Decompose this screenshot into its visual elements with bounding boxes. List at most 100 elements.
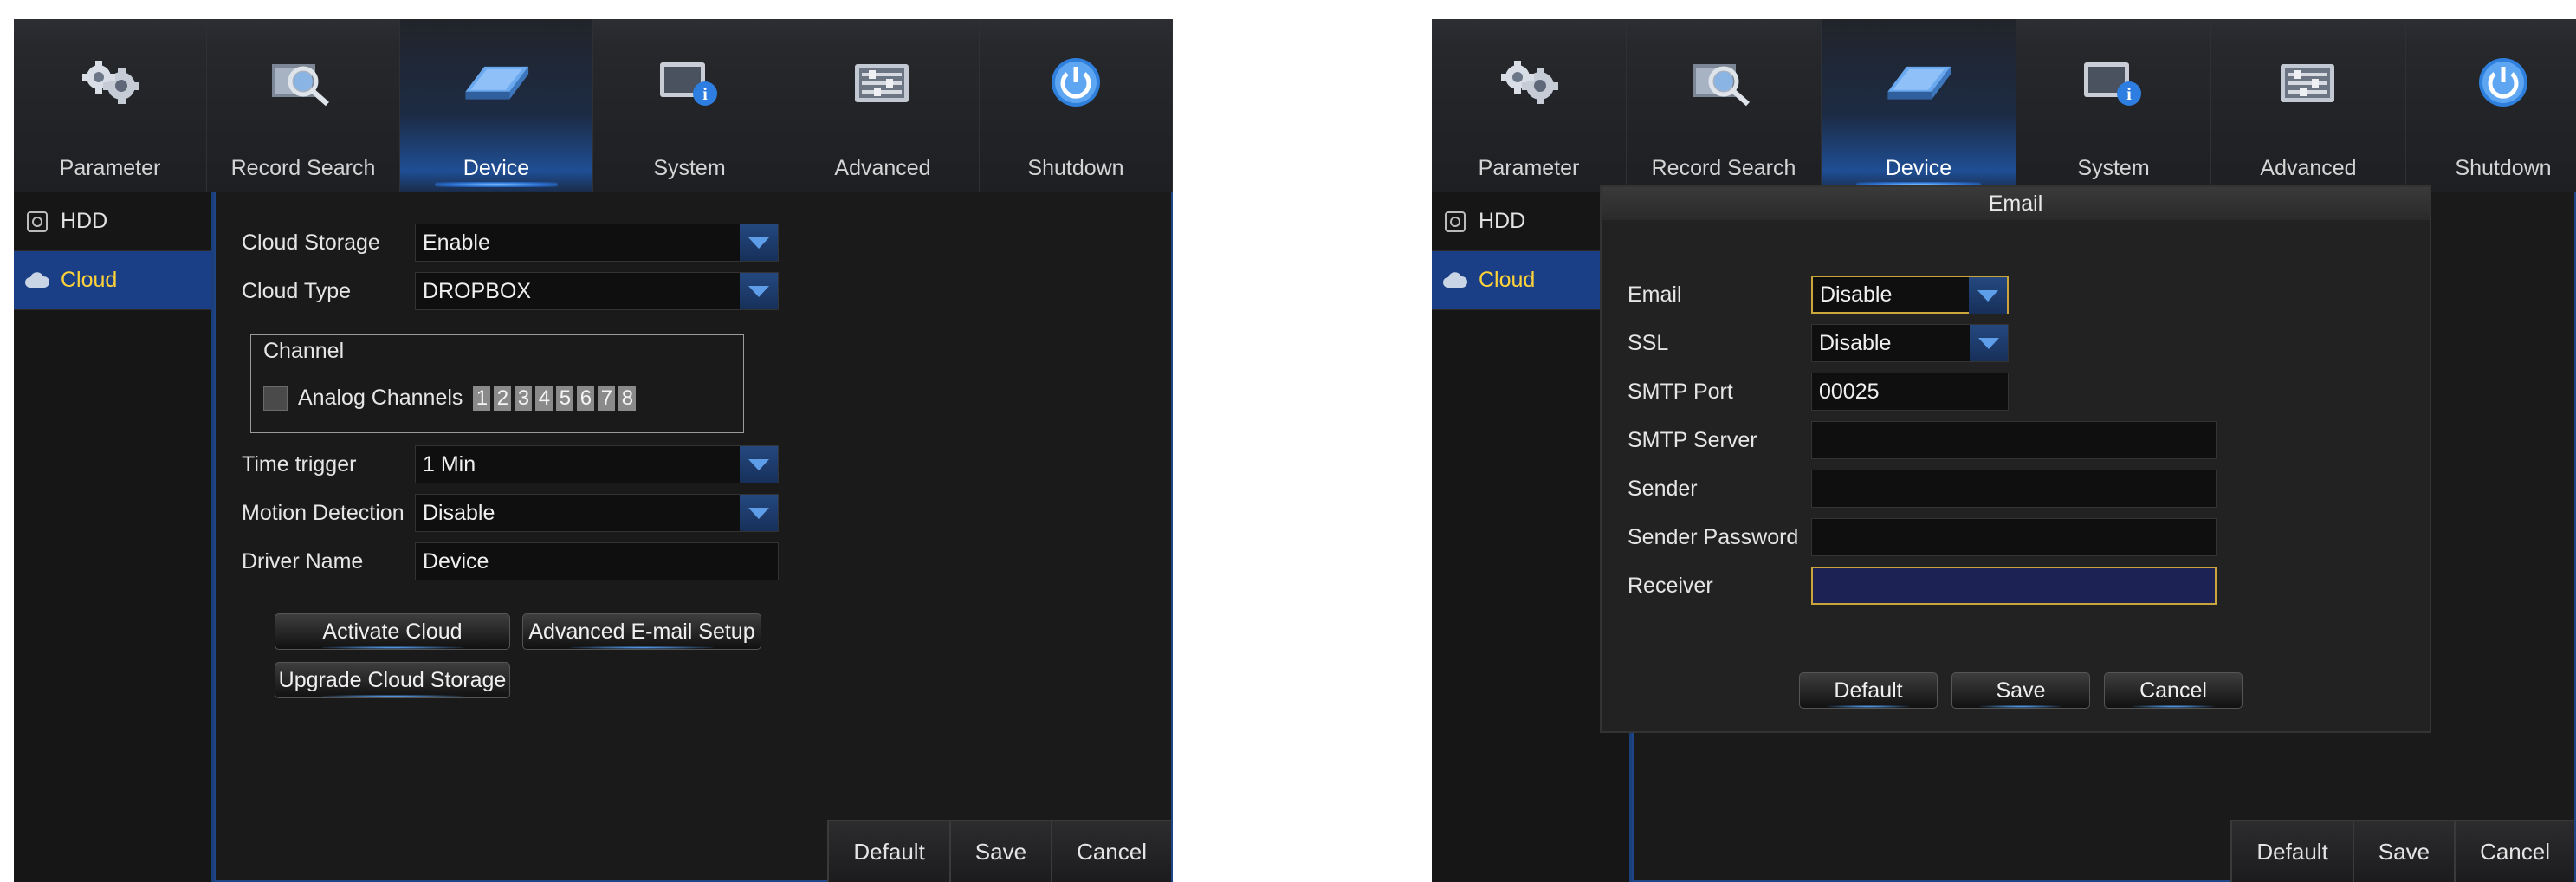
gears-icon <box>75 52 145 113</box>
default-button[interactable]: Default <box>2230 820 2353 882</box>
channel-numbers: 1 2 3 4 5 6 7 8 <box>473 386 637 411</box>
cloud-settings-screen: Parameter Record Search Device i System … <box>14 19 1173 882</box>
time-trigger-select[interactable]: 1 Min <box>415 445 779 483</box>
time-trigger-row: Time trigger 1 Min <box>242 444 779 485</box>
channel-1-button[interactable]: 1 <box>473 386 491 411</box>
receiver-label: Receiver <box>1628 573 1713 598</box>
channel-4-button[interactable]: 4 <box>535 386 553 411</box>
tab-system[interactable]: i System <box>593 19 786 192</box>
channel-group: Channel Analog Channels 1 2 3 4 5 6 7 8 <box>250 334 744 433</box>
email-settings-screen: Parameter Record Search Device i System … <box>1432 19 2576 882</box>
smtp-server-row: SMTP Server <box>1628 419 2217 461</box>
tab-device[interactable]: Device <box>1822 19 2016 192</box>
motion-detection-select[interactable]: Disable <box>415 494 779 532</box>
top-nav: Parameter Record Search Device i System … <box>1432 19 2576 192</box>
dialog-save-button[interactable]: Save <box>1951 672 2090 709</box>
tab-advanced[interactable]: Advanced <box>786 19 980 192</box>
dialog-default-button[interactable]: Default <box>1799 672 1938 709</box>
advanced-settings-icon <box>848 52 917 113</box>
tab-parameter[interactable]: Parameter <box>1432 19 1627 192</box>
sidebar-item-label: Cloud <box>61 268 118 292</box>
tab-label: System <box>653 156 726 180</box>
time-trigger-value: 1 Min <box>423 451 476 477</box>
smtp-port-value: 00025 <box>1819 379 1880 404</box>
tab-label: Advanced <box>2260 156 2357 180</box>
tab-label: Record Search <box>230 156 376 180</box>
ssl-select[interactable]: Disable <box>1811 324 2009 362</box>
cancel-button[interactable]: Cancel <box>2454 820 2574 882</box>
cloud-settings-panel: Cloud Storage Enable Cloud Type DROPBOX … <box>214 192 1173 882</box>
ssl-row: SSL Disable <box>1628 322 2009 364</box>
sidebar-item-label: Cloud <box>1479 268 1536 292</box>
receiver-input[interactable] <box>1811 567 2217 605</box>
email-select[interactable]: Disable <box>1811 276 2009 314</box>
driver-name-row: Driver Name Device <box>242 541 779 582</box>
sidebar-item-hdd[interactable]: HDD <box>14 192 211 251</box>
tab-label: Shutdown <box>1027 156 1124 180</box>
cloud-type-row: Cloud Type DROPBOX <box>242 270 779 312</box>
sender-password-row: Sender Password <box>1628 516 2217 558</box>
tab-label: Shutdown <box>2455 156 2552 180</box>
channel-5-button[interactable]: 5 <box>556 386 574 411</box>
motion-detection-value: Disable <box>423 500 495 525</box>
svg-text:i: i <box>702 85 708 104</box>
upgrade-cloud-storage-button[interactable]: Upgrade Cloud Storage <box>275 662 510 698</box>
channel-8-button[interactable]: 8 <box>618 386 637 411</box>
cloud-storage-value: Enable <box>423 230 490 255</box>
channel-6-button[interactable]: 6 <box>577 386 595 411</box>
sender-password-input[interactable] <box>1811 518 2217 556</box>
email-value: Disable <box>1820 282 1893 307</box>
tab-label: Device <box>463 156 530 180</box>
email-label: Email <box>1628 282 1682 307</box>
cloud-type-label: Cloud Type <box>242 278 352 303</box>
tab-label: Parameter <box>59 156 161 180</box>
time-trigger-label: Time trigger <box>242 451 357 477</box>
tab-record-search[interactable]: Record Search <box>1627 19 1822 192</box>
tab-shutdown[interactable]: Shutdown <box>980 19 1173 192</box>
save-button[interactable]: Save <box>2352 820 2455 882</box>
email-dialog-title: Email <box>1602 187 2430 220</box>
tab-label: System <box>2077 156 2150 180</box>
cloud-storage-select[interactable]: Enable <box>415 224 779 262</box>
sender-input[interactable] <box>1811 470 2217 508</box>
tab-advanced[interactable]: Advanced <box>2211 19 2406 192</box>
tab-device[interactable]: Device <box>400 19 593 192</box>
tab-label: Device <box>1885 156 1952 180</box>
analog-channels-checkbox[interactable] <box>263 386 288 411</box>
power-icon <box>1041 52 1110 113</box>
default-button[interactable]: Default <box>827 820 949 882</box>
channel-3-button[interactable]: 3 <box>515 386 533 411</box>
sender-label: Sender <box>1628 476 1698 501</box>
receiver-row: Receiver <box>1628 565 2217 606</box>
cloud-type-value: DROPBOX <box>423 278 532 303</box>
device-hdd-icon <box>1884 52 1953 113</box>
hdd-icon <box>1442 209 1468 235</box>
advanced-email-setup-button[interactable]: Advanced E-mail Setup <box>522 613 761 650</box>
cloud-icon <box>1442 268 1468 294</box>
cloud-icon <box>24 268 50 294</box>
tab-label: Parameter <box>1478 156 1580 180</box>
tab-shutdown[interactable]: Shutdown <box>2406 19 2576 192</box>
cloud-storage-label: Cloud Storage <box>242 230 380 255</box>
driver-name-input[interactable]: Device <box>415 542 779 580</box>
cloud-type-select[interactable]: DROPBOX <box>415 272 779 310</box>
device-hdd-icon <box>462 52 531 113</box>
advanced-settings-icon <box>2274 52 2343 113</box>
cancel-button[interactable]: Cancel <box>1051 820 1171 882</box>
tab-record-search[interactable]: Record Search <box>207 19 400 192</box>
bottom-action-bar: Default Save Cancel <box>827 820 1171 882</box>
sidebar-item-cloud[interactable]: Cloud <box>14 251 211 310</box>
save-button[interactable]: Save <box>948 820 1052 882</box>
dialog-cancel-button[interactable]: Cancel <box>2104 672 2243 709</box>
tab-system[interactable]: i System <box>2016 19 2211 192</box>
channel-7-button[interactable]: 7 <box>598 386 616 411</box>
tab-label: Advanced <box>834 156 931 180</box>
system-info-icon: i <box>655 52 724 113</box>
tab-parameter[interactable]: Parameter <box>14 19 207 192</box>
svg-text:i: i <box>2126 85 2132 104</box>
smtp-port-input[interactable]: 00025 <box>1811 373 2009 411</box>
activate-cloud-button[interactable]: Activate Cloud <box>275 613 510 650</box>
cloud-storage-row: Cloud Storage Enable <box>242 222 779 263</box>
channel-2-button[interactable]: 2 <box>494 386 512 411</box>
smtp-server-input[interactable] <box>1811 421 2217 459</box>
